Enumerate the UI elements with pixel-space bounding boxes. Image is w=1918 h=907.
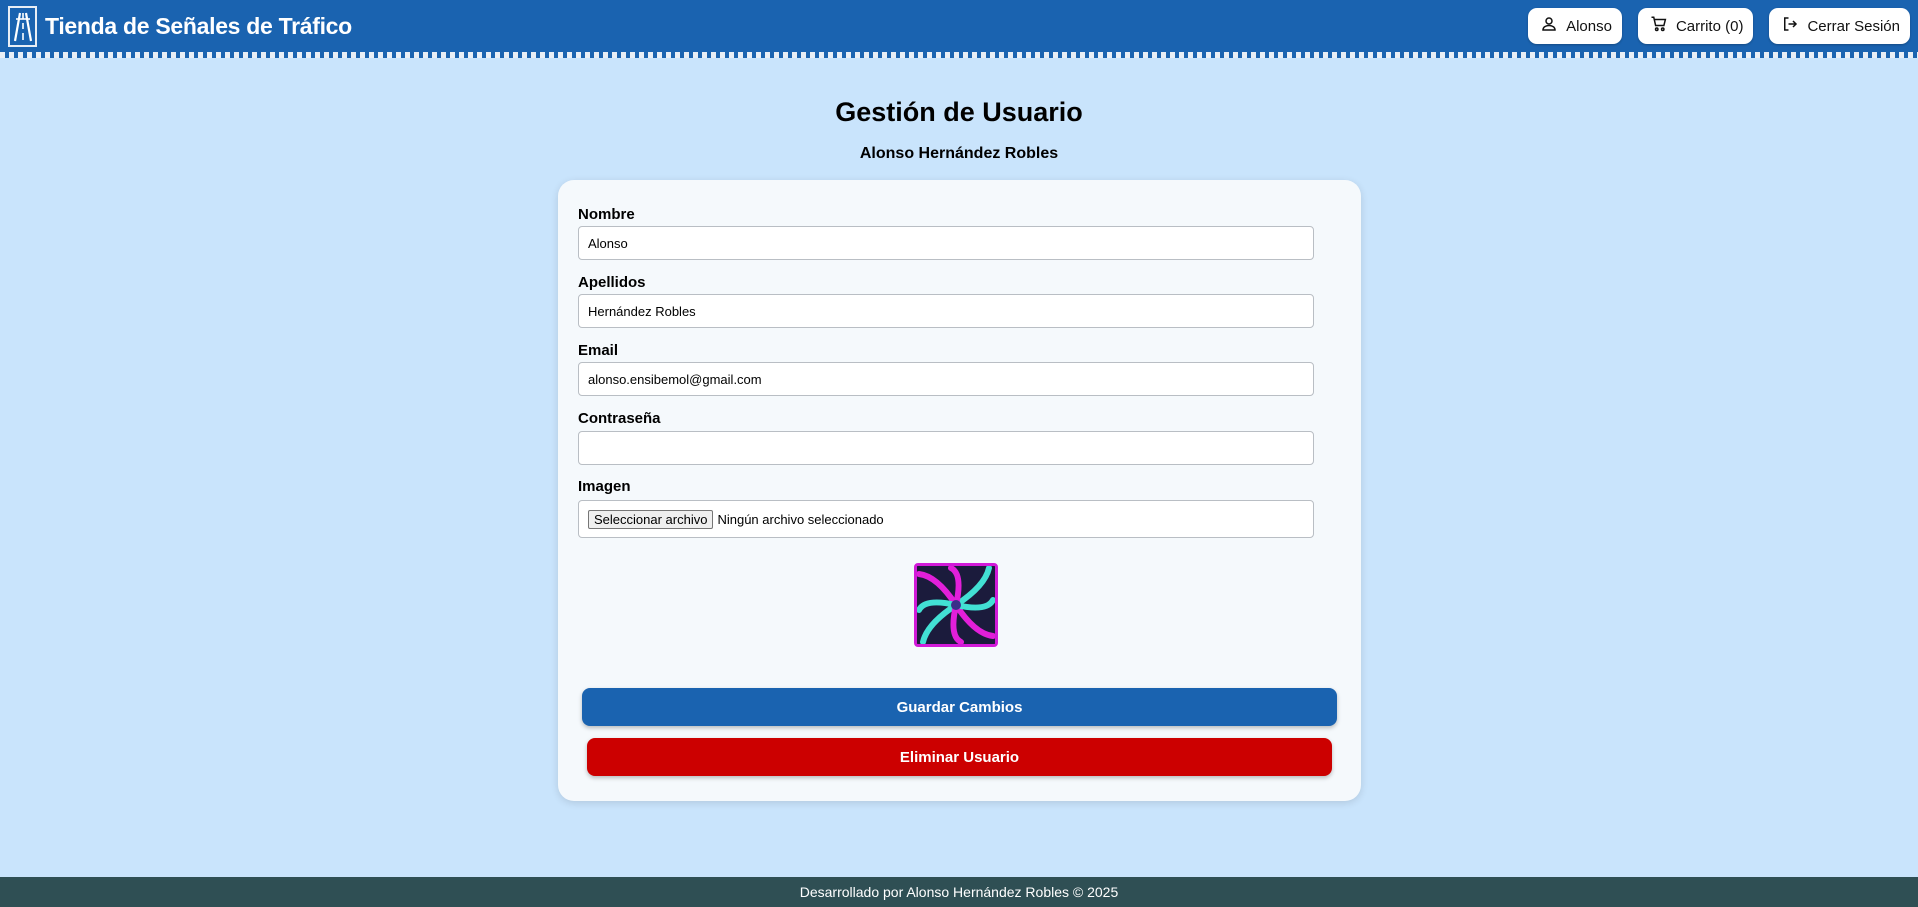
user-icon xyxy=(1540,15,1558,37)
footer-text: Desarrollado por Alonso Hernández Robles… xyxy=(799,884,1119,900)
cart-icon xyxy=(1650,15,1668,37)
nombre-label: Nombre xyxy=(578,206,635,223)
user-button[interactable]: Alonso xyxy=(1528,8,1622,44)
nombre-input[interactable] xyxy=(578,226,1314,260)
user-button-label: Alonso xyxy=(1566,17,1612,35)
user-form-card: Nombre Apellidos Email Contraseña Imagen… xyxy=(558,180,1361,801)
file-status: Ningún archivo seleccionado xyxy=(717,511,884,527)
select-file-button[interactable]: Seleccionar archivo xyxy=(588,509,714,529)
user-avatar xyxy=(914,563,998,647)
image-file-input[interactable]: Seleccionar archivo Ningún archivo selec… xyxy=(578,500,1314,538)
brand[interactable]: Tienda de Señales de Tráfico xyxy=(8,5,352,47)
delete-user-button[interactable]: Eliminar Usuario xyxy=(587,738,1332,776)
apellidos-input[interactable] xyxy=(578,294,1314,328)
password-input[interactable] xyxy=(578,431,1314,465)
logout-button[interactable]: Cerrar Sesión xyxy=(1769,8,1910,44)
imagen-label: Imagen xyxy=(578,478,631,495)
cart-button-label: Carrito (0) xyxy=(1675,17,1744,35)
page-title: Gestión de Usuario xyxy=(835,97,1083,127)
top-navbar: Tienda de Señales de Tráfico Alonso Carr… xyxy=(0,0,1918,58)
save-changes-button[interactable]: Guardar Cambios xyxy=(582,688,1337,726)
footer: Desarrollado por Alonso Hernández Robles… xyxy=(0,877,1918,907)
highway-sign-icon xyxy=(8,5,37,47)
cart-button[interactable]: Carrito (0) xyxy=(1637,8,1754,44)
logout-icon xyxy=(1781,15,1799,37)
logout-button-label: Cerrar Sesión xyxy=(1807,17,1900,35)
brand-title: Tienda de Señales de Tráfico xyxy=(45,12,352,39)
email-label: Email xyxy=(578,342,619,359)
apellidos-label: Apellidos xyxy=(578,274,646,291)
email-input[interactable] xyxy=(578,362,1314,396)
nav-actions: Alonso Carrito (0) Cerrar Sesión xyxy=(1528,8,1910,44)
user-full-name: Alonso Hernández Robles xyxy=(859,145,1059,162)
password-label: Contraseña xyxy=(578,410,661,427)
